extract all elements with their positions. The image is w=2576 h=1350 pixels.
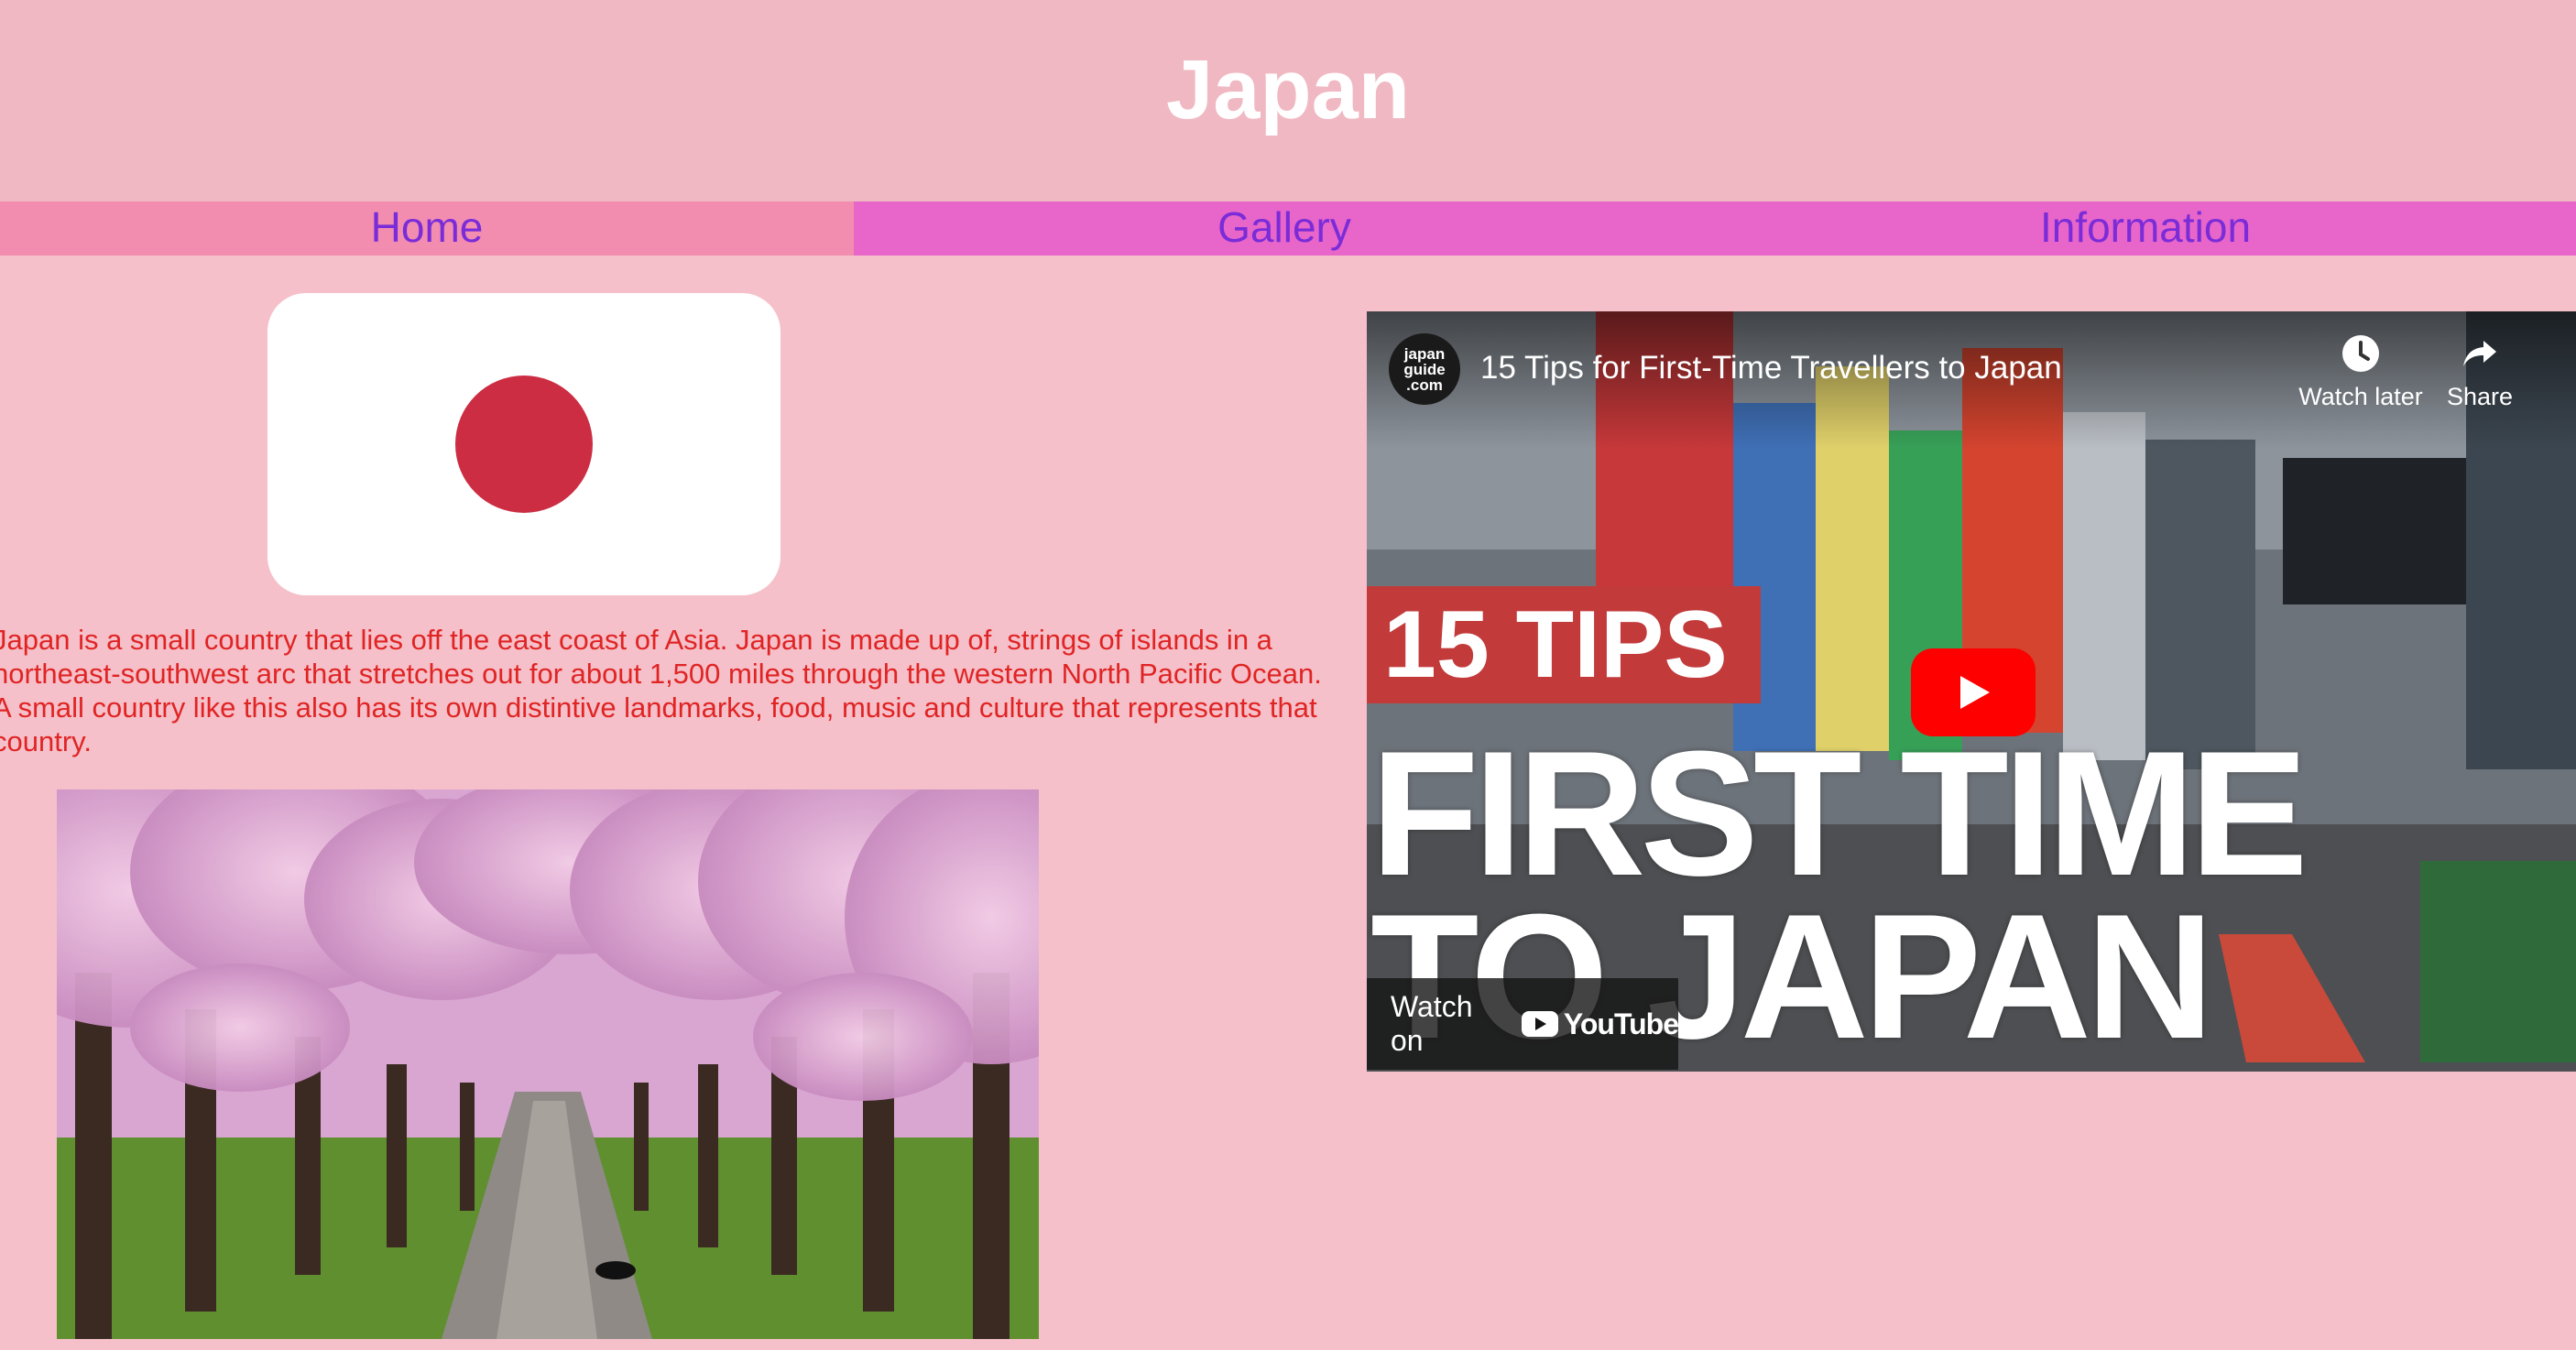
share-arrow-icon [2463, 341, 2496, 366]
watch-later-button[interactable]: Watch later [2292, 333, 2429, 411]
watch-on-label: Watch on [1391, 990, 1473, 1057]
japan-flag-image [267, 293, 780, 595]
thumbnail-headline-line1: FIRST TIME [1370, 714, 2309, 913]
share-label: Share [2446, 383, 2514, 410]
play-icon [1960, 676, 1990, 709]
site-header: Japan [0, 0, 2576, 201]
page-title: Japan [1166, 43, 1410, 136]
nav-gallery[interactable]: Gallery [854, 201, 1715, 256]
youtube-wordmark: YouTube [1563, 1007, 1679, 1040]
share-button[interactable]: Share [2411, 333, 2549, 411]
flag-red-disc [455, 376, 593, 513]
thumbnail-banner: 15 TIPS [1367, 586, 1761, 703]
intro-paragraph: Japan is a small country that lies off t… [0, 624, 1322, 757]
nav-information[interactable]: Information [1715, 201, 2576, 256]
clock-icon [2342, 335, 2379, 372]
play-button[interactable] [1911, 648, 2036, 736]
watch-later-label: Watch later [2298, 383, 2423, 410]
watch-on-youtube-button[interactable]: Watch on YouTube [1367, 978, 1679, 1070]
youtube-logo: YouTube [1521, 1007, 1679, 1041]
channel-logo[interactable]: japan guide .com [1389, 333, 1460, 405]
youtube-play-icon [1521, 1011, 1558, 1037]
nav-home[interactable]: Home [0, 201, 854, 256]
cherry-blossom-photo [57, 789, 1039, 1339]
cherry-blossom-illustration [57, 789, 1039, 1339]
video-title[interactable]: 15 Tips for First-Time Travellers to Jap… [1480, 348, 2062, 388]
main-nav: Home Gallery Information [0, 201, 2576, 256]
youtube-embed[interactable]: japan guide .com 15 Tips for First-Time … [1367, 311, 2576, 1072]
